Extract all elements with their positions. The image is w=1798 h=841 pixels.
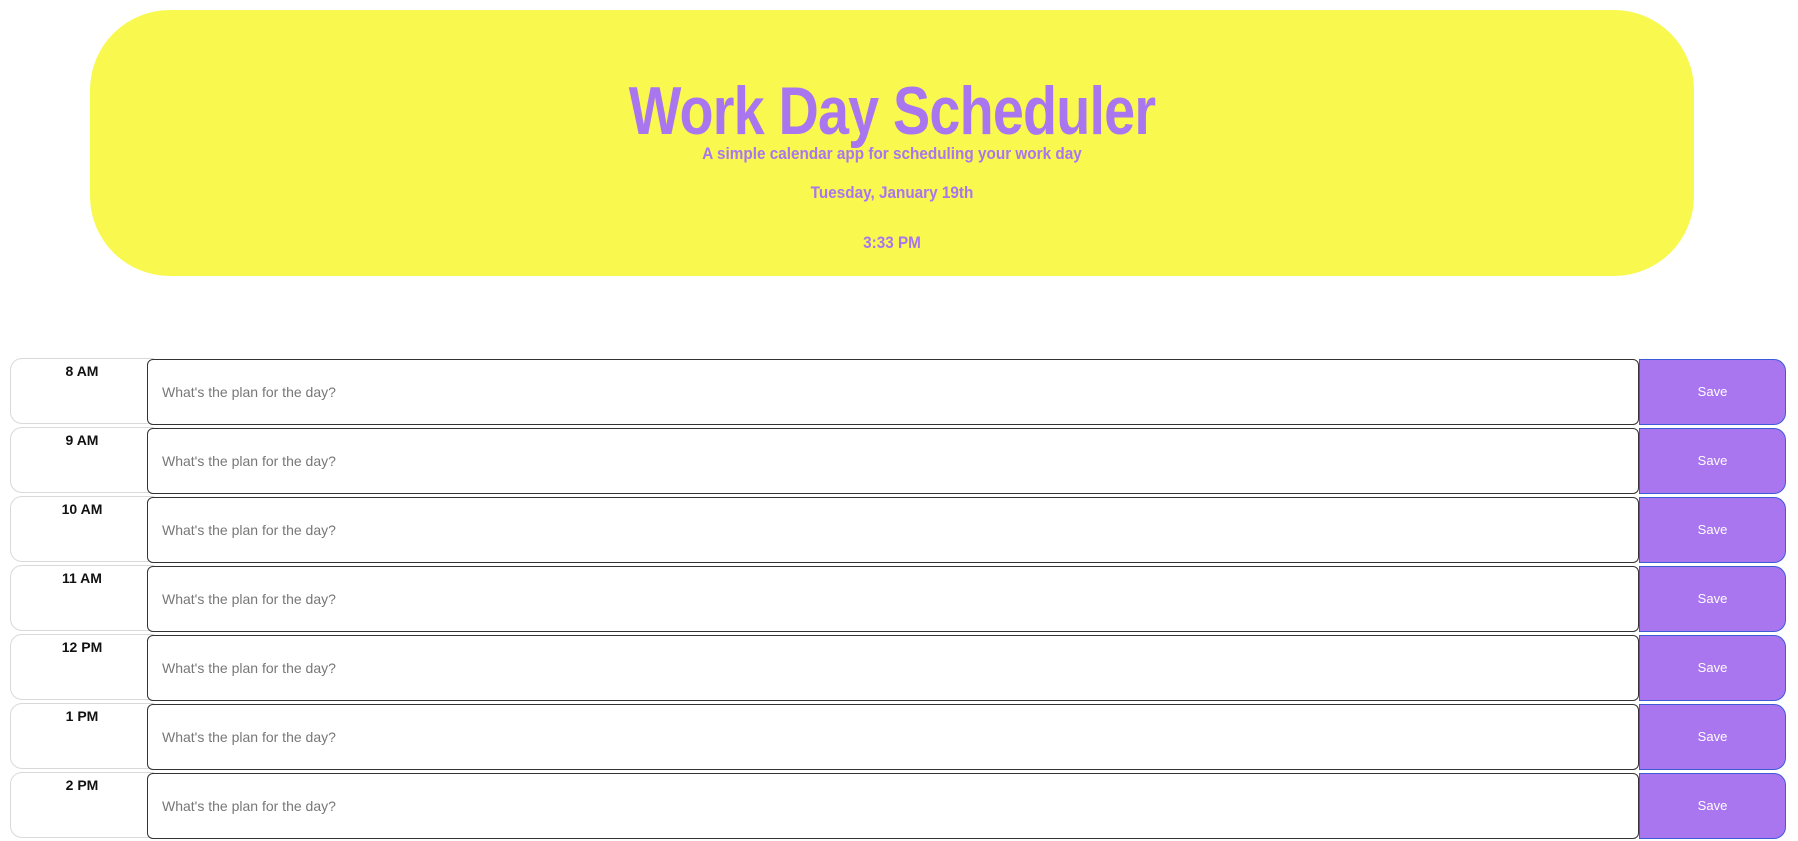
plan-input[interactable] bbox=[147, 635, 1639, 701]
plan-input[interactable] bbox=[147, 566, 1639, 632]
timeblock-row-2pm: 2 PM Save bbox=[10, 772, 1786, 839]
hour-label: 2 PM bbox=[10, 772, 154, 838]
timeblock-row-8am: 8 AM Save bbox=[10, 358, 1786, 425]
timeblock-row-11am: 11 AM Save bbox=[10, 565, 1786, 632]
plan-input[interactable] bbox=[147, 497, 1639, 563]
save-button[interactable]: Save bbox=[1639, 359, 1786, 425]
timeblock-list: 8 AM Save 9 AM Save 10 AM Save 11 AM Sav… bbox=[10, 358, 1786, 841]
plan-input[interactable] bbox=[147, 428, 1639, 494]
save-button[interactable]: Save bbox=[1639, 566, 1786, 632]
hour-label: 12 PM bbox=[10, 634, 154, 700]
hour-label: 1 PM bbox=[10, 703, 154, 769]
plan-input[interactable] bbox=[147, 704, 1639, 770]
hour-label: 10 AM bbox=[10, 496, 154, 562]
save-button[interactable]: Save bbox=[1639, 773, 1786, 839]
timeblock-row-10am: 10 AM Save bbox=[10, 496, 1786, 563]
save-button[interactable]: Save bbox=[1639, 497, 1786, 563]
current-time: 3:33 PM bbox=[863, 233, 921, 252]
save-button[interactable]: Save bbox=[1639, 428, 1786, 494]
current-date: Tuesday, January 19th bbox=[810, 183, 974, 202]
hour-label: 9 AM bbox=[10, 427, 154, 493]
hour-label: 11 AM bbox=[10, 565, 154, 631]
hour-label: 8 AM bbox=[10, 358, 154, 424]
timeblock-row-9am: 9 AM Save bbox=[10, 427, 1786, 494]
timeblock-row-1pm: 1 PM Save bbox=[10, 703, 1786, 770]
page-subtitle: A simple calendar app for scheduling you… bbox=[702, 144, 1082, 163]
page-title: Work Day Scheduler bbox=[628, 73, 1156, 149]
save-button[interactable]: Save bbox=[1639, 635, 1786, 701]
timeblock-row-12pm: 12 PM Save bbox=[10, 634, 1786, 701]
save-button[interactable]: Save bbox=[1639, 704, 1786, 770]
plan-input[interactable] bbox=[147, 773, 1639, 839]
plan-input[interactable] bbox=[147, 359, 1639, 425]
header-jumbotron: Work Day Scheduler A simple calendar app… bbox=[90, 10, 1694, 276]
